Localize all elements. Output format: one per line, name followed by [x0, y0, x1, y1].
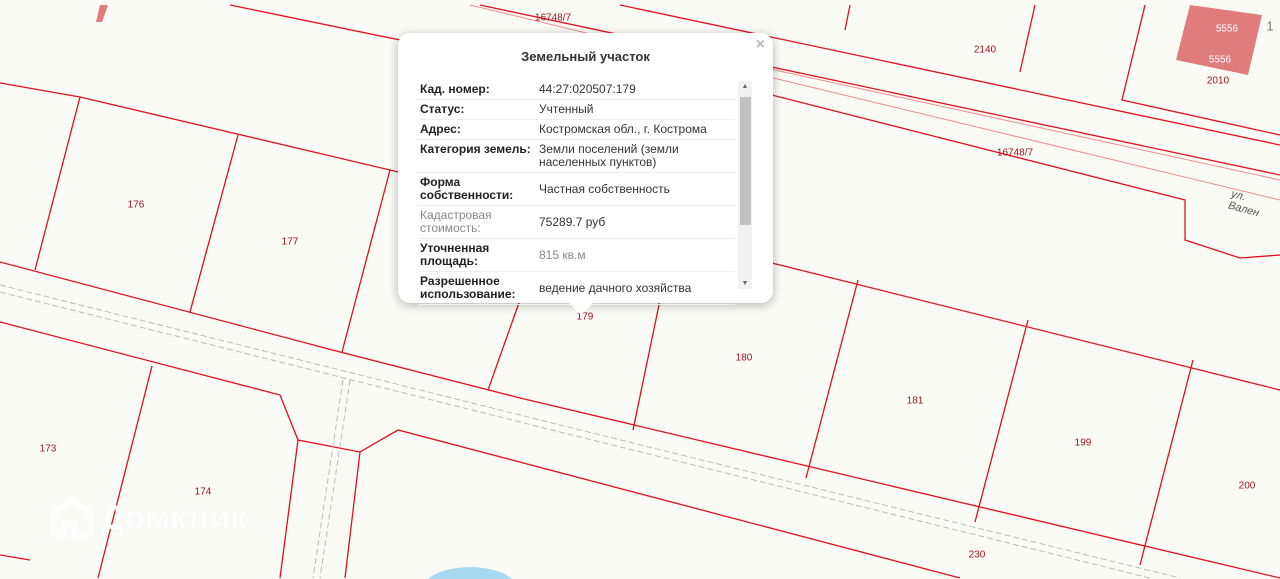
row-key: Уточненная площадь:	[420, 241, 490, 268]
parcel-label[interactable]: 2010	[1207, 76, 1229, 87]
parcel-label[interactable]: 230	[969, 550, 986, 561]
parcel-label[interactable]: 180	[736, 353, 753, 364]
domclick-watermark: Домклик	[50, 495, 247, 541]
small-building	[96, 5, 108, 22]
parcel-info-table[interactable]: Кад. номер: 44:27:020507:179 Статус: Учтен…	[418, 80, 735, 305]
parcel-label[interactable]: 200	[1239, 481, 1256, 492]
parcel-label[interactable]: 181	[907, 396, 924, 407]
row-value: Земли поселений (земли населенных пункто…	[539, 142, 679, 169]
table-row: Разрешенное использование: ведение дачног…	[418, 272, 735, 305]
row-key: Категория земель:	[420, 142, 531, 156]
parcel-label: 1	[1266, 18, 1274, 34]
row-key: Разрешенное использование:	[420, 274, 516, 301]
table-row: Кадастровая стоимость: 75289.7 руб	[418, 206, 735, 239]
table-row: Статус: Учтенный	[418, 100, 735, 120]
row-value: Костромская обл., г. Кострома	[539, 122, 707, 136]
parcel-label[interactable]: 2140	[974, 45, 996, 56]
row-key: Кад. номер:	[420, 82, 490, 96]
parcel-label[interactable]: 173	[40, 444, 57, 455]
table-row: Форма собственности: Частная собственност…	[418, 173, 735, 206]
parcel-info-popup: × Земельный участок Кад. номер: 44:27:020…	[398, 33, 773, 315]
row-value: 75289.7 руб	[539, 214, 606, 229]
row-value: 44:27:020507:179	[539, 82, 636, 96]
row-value: Частная собственность	[539, 181, 670, 196]
parcel-label[interactable]: 16748/7	[997, 148, 1033, 159]
row-value: ведение дачного хозяйства	[539, 280, 692, 295]
scrollbar-thumb[interactable]	[740, 97, 751, 225]
parcel-label[interactable]: 16748/7	[535, 13, 571, 24]
table-row: Категория земель: Земли поселений (земли …	[418, 140, 735, 173]
row-key: Форма собственности:	[420, 175, 514, 202]
water-body	[428, 567, 512, 579]
row-key: Адрес:	[420, 122, 461, 136]
row-key: Кадастровая стоимость:	[420, 208, 492, 235]
table-row: Уточненная площадь: 815 кв.м	[418, 239, 735, 272]
row-value: 815 кв.м	[539, 247, 586, 262]
parcel-label[interactable]: 176	[128, 200, 145, 211]
parcel-label[interactable]: 177	[282, 237, 299, 248]
house-logo-icon	[51, 496, 93, 538]
row-key: Статус:	[420, 102, 465, 116]
watermark-text: Домклик	[100, 498, 248, 537]
parcel-label[interactable]: 5556	[1209, 55, 1231, 66]
row-value: Учтенный	[539, 102, 594, 116]
scroll-down-icon[interactable]: ▼	[738, 280, 752, 287]
table-row: Адрес: Костромская обл., г. Кострома	[418, 120, 735, 140]
parcel-label[interactable]: 5556	[1216, 24, 1238, 35]
scroll-up-icon[interactable]: ▲	[738, 83, 752, 90]
popup-scrollbar[interactable]: ▲ ▼	[738, 81, 752, 289]
table-row: Кад. номер: 44:27:020507:179	[418, 80, 735, 100]
parcel-label[interactable]: 199	[1075, 438, 1092, 449]
popup-title: Земельный участок	[521, 49, 650, 64]
